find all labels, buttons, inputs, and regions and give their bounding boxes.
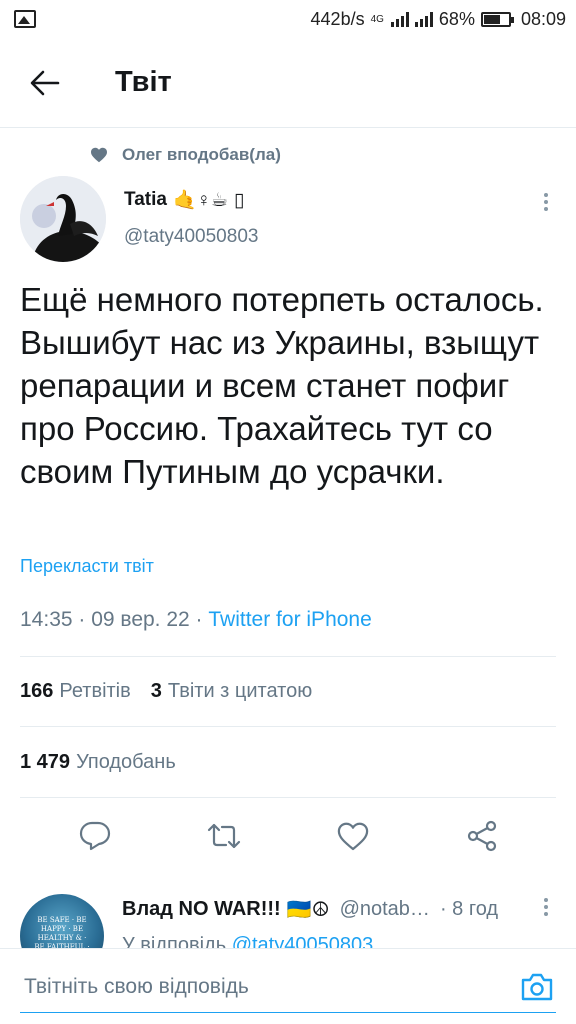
tweet-meta: 14:35 · 09 вер. 22 · Twitter for iPhone: [20, 608, 372, 632]
signal-icon-2: [414, 11, 433, 27]
clock: 08:09: [520, 8, 566, 29]
author-name-row: Tatia 🤙♀☕ ▯: [124, 188, 258, 212]
reply-time: · 8 год: [439, 898, 499, 920]
reply-author-name: Влад NO WAR!!!: [122, 898, 281, 920]
network-type: 4G: [370, 13, 384, 25]
page-title: Твіт: [115, 66, 172, 98]
status-bar: 442b/s 4G 68% 08:09: [0, 0, 576, 38]
share-button[interactable]: [452, 806, 512, 866]
quotes-label: Твіти з цитатою: [167, 680, 313, 702]
tweet-actions: [0, 806, 576, 866]
share-icon: [467, 820, 496, 852]
retweet-icon: [207, 823, 240, 849]
retweet-stats: 166 Ретвітів 3 Твіти з цитатою: [20, 680, 312, 703]
quotes-stat[interactable]: 3 Твіти з цитатою: [151, 680, 312, 703]
retweet-button[interactable]: [194, 806, 254, 866]
reply-author-row: Влад NO WAR!!! 🇺🇦☮ @notab… · 8 год: [122, 897, 498, 922]
author-emoji-missing-glyph: ▯: [233, 189, 245, 211]
dot-icon: [544, 905, 548, 909]
translate-tweet-link[interactable]: Перекласти твіт: [20, 556, 154, 577]
heart-outline-icon: [337, 822, 368, 850]
replying-prefix: У відповідь: [122, 934, 227, 948]
reply-button[interactable]: [65, 806, 125, 866]
network-speed: 442b/s: [310, 8, 365, 29]
likes-stat[interactable]: 1 479 Уподобань: [20, 751, 176, 774]
likes-label: Уподобань: [76, 751, 176, 773]
image-notification-icon: [14, 10, 36, 28]
composer-underline: [20, 1012, 556, 1013]
heart-filled-icon: [91, 147, 107, 163]
signal-icon: [390, 11, 409, 27]
replying-to-handle[interactable]: @taty40050803: [232, 934, 374, 948]
dot-icon: [544, 207, 548, 211]
divider: [20, 797, 556, 798]
reply-input-placeholder[interactable]: Твітніть свою відповідь: [24, 975, 249, 999]
status-right: 442b/s 4G 68% 08:09: [311, 9, 566, 30]
dot-icon: [544, 200, 548, 204]
camera-icon: [521, 973, 553, 1000]
retweets-label: Ретвітів: [59, 680, 131, 702]
reply-more-options-button[interactable]: [536, 898, 556, 922]
divider: [20, 726, 556, 727]
like-button[interactable]: [323, 806, 383, 866]
dot-icon: [544, 193, 548, 197]
reply-author-handle: @notab…: [339, 898, 430, 920]
black-swan-avatar-image: [20, 176, 106, 262]
tweet-source-link[interactable]: Twitter for iPhone: [208, 608, 371, 631]
social-context[interactable]: Олег вподобав(ла): [90, 145, 281, 165]
battery-icon: [480, 11, 514, 27]
author-handle: @taty40050803: [124, 226, 259, 247]
tweet-timestamp: 14:35 · 09 вер. 22 ·: [20, 608, 209, 631]
tweet-author[interactable]: Tatia 🤙♀☕ ▯ @taty40050803: [124, 188, 258, 248]
more-options-button[interactable]: [536, 188, 556, 216]
avatar-image-text: BE SAFE · BE HAPPY · BE HEALTHY & · BE F…: [34, 916, 90, 948]
reply-author-emoji: 🇺🇦☮: [286, 899, 330, 921]
like-stats: 1 479 Уподобань: [20, 751, 176, 774]
author-avatar[interactable]: [20, 176, 106, 262]
arrow-left-icon: [30, 70, 60, 95]
dot-icon: [544, 898, 548, 902]
retweets-stat[interactable]: 166 Ретвітів: [20, 680, 131, 703]
comment-icon: [79, 821, 110, 851]
reply-author-avatar[interactable]: BE SAFE · BE HAPPY · BE HEALTHY & · BE F…: [20, 894, 104, 948]
author-name: Tatia: [124, 189, 167, 210]
likes-count: 1 479: [20, 751, 71, 773]
app-bar: Твіт: [0, 38, 576, 128]
replying-to: У відповідь @taty40050803: [122, 934, 373, 948]
divider: [20, 656, 556, 657]
battery-percent: 68%: [438, 8, 475, 29]
author-emoji: 🤙♀☕: [172, 190, 228, 211]
reply-tweet[interactable]: BE SAFE · BE HAPPY · BE HEALTHY & · BE F…: [0, 878, 576, 948]
social-context-text: Олег вподобав(ла): [122, 145, 281, 164]
quotes-count: 3: [150, 680, 162, 702]
tweet-text: Ещё немного потерпеть осталось. Вышибут …: [20, 281, 544, 490]
dot-icon: [544, 912, 548, 916]
retweets-count: 166: [20, 680, 54, 702]
camera-button[interactable]: [518, 968, 556, 1006]
back-button[interactable]: [0, 38, 90, 128]
